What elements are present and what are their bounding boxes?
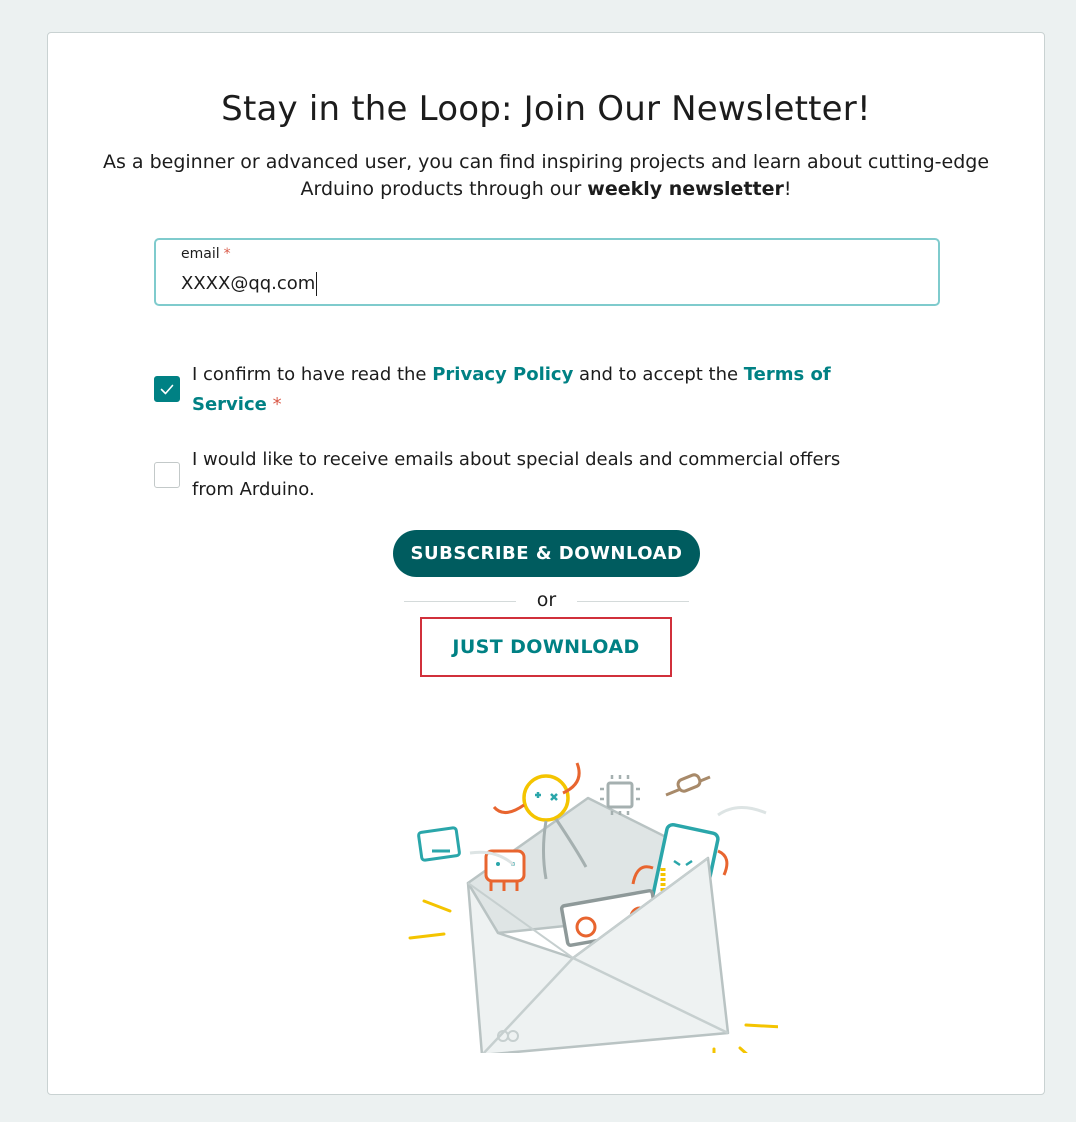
description-end: ! xyxy=(783,178,792,200)
consent-required-asterisk: * xyxy=(272,394,282,415)
email-label: email * xyxy=(181,246,231,262)
privacy-policy-link[interactable]: Privacy Policy xyxy=(432,364,573,385)
newsletter-description: As a beginner or advanced user, you can … xyxy=(96,149,996,203)
privacy-consent-row: I confirm to have read the Privacy Polic… xyxy=(154,360,834,420)
required-asterisk: * xyxy=(223,246,231,262)
privacy-consent-label: I confirm to have read the Privacy Polic… xyxy=(192,360,842,420)
envelope-with-arduino-parts-icon xyxy=(408,762,778,1053)
subscribe-download-button[interactable]: SUBSCRIBE & DOWNLOAD xyxy=(393,530,700,577)
or-divider: or xyxy=(404,589,689,613)
email-field[interactable]: email * XXXX@qq.com xyxy=(154,238,940,306)
newsletter-card: Stay in the Loop: Join Our Newsletter! A… xyxy=(47,32,1045,1095)
privacy-consent-checkbox[interactable] xyxy=(154,376,180,402)
checkmark-icon xyxy=(160,384,174,395)
marketing-consent-checkbox[interactable] xyxy=(154,462,180,488)
marketing-consent-label: I would like to receive emails about spe… xyxy=(192,449,841,500)
description-text: As a beginner or advanced user, you can … xyxy=(102,151,990,200)
description-bold-text: weekly newsletter xyxy=(587,178,784,200)
consent-text-2: and to accept the xyxy=(573,364,744,385)
marketing-consent-row: I would like to receive emails about spe… xyxy=(154,445,840,505)
email-label-text: email xyxy=(181,246,220,262)
email-input[interactable]: XXXX@qq.com xyxy=(181,272,318,296)
or-label: or xyxy=(536,589,557,611)
just-download-button[interactable]: JUST DOWNLOAD xyxy=(420,617,672,677)
consent-text-1: I confirm to have read the xyxy=(192,364,433,385)
page-title: Stay in the Loop: Join Our Newsletter! xyxy=(221,89,871,129)
